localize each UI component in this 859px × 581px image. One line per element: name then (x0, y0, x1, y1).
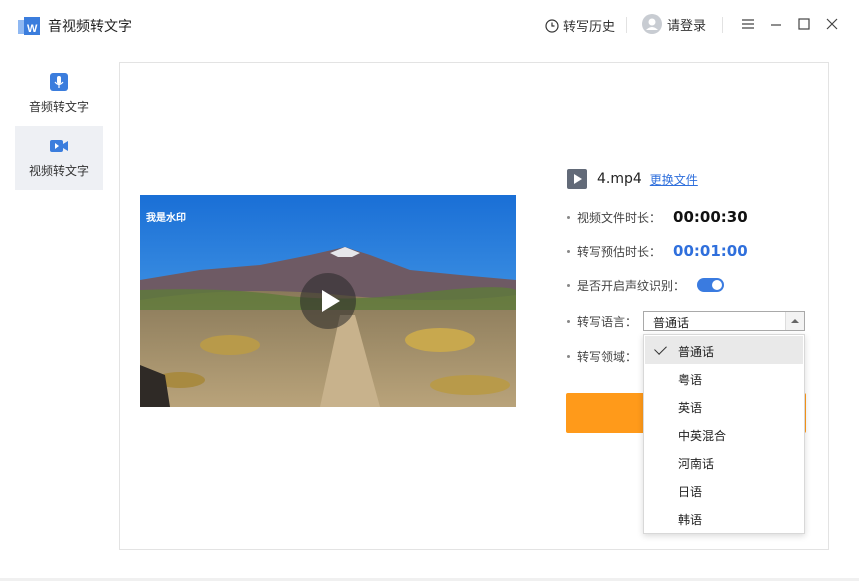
estimate-row: 转写预估时长： 00:01:00 (567, 241, 748, 261)
chevron-up-icon (785, 312, 804, 330)
voiceprint-label: 是否开启声纹识别： (577, 278, 686, 293)
duration-value: 00:00:30 (673, 208, 748, 226)
domain-label: 转写领域： (577, 349, 638, 364)
language-dropdown: 普通话 粤语 英语 中英混合 河南话 日语 韩语 (643, 334, 805, 534)
language-option[interactable]: 普通话 (645, 336, 803, 364)
language-option[interactable]: 中英混合 (645, 420, 803, 448)
video-preview[interactable]: 我是水印 (140, 195, 516, 407)
estimate-value: 00:01:00 (673, 242, 748, 260)
clock-icon (545, 18, 559, 33)
duration-label: 视频文件时长： (577, 210, 662, 225)
video-watermark: 我是水印 (146, 213, 186, 224)
language-option[interactable]: 韩语 (645, 504, 803, 532)
video-camera-icon (50, 140, 68, 152)
menu-icon[interactable] (740, 16, 756, 32)
duration-row: 视频文件时长： 00:00:30 (567, 207, 748, 227)
file-name: 4.mp4 (597, 171, 642, 187)
language-select[interactable]: 普通话 (643, 311, 805, 331)
title-bar: W 音视频转文字 转写历史 请登录 (0, 0, 859, 52)
app-title: 音视频转文字 (48, 19, 132, 35)
file-info: 4.mp4 更换文件 (567, 168, 698, 190)
play-icon[interactable] (300, 273, 356, 329)
sidebar-item-audio-to-text[interactable]: 音频转文字 (15, 62, 103, 126)
language-option[interactable]: 英语 (645, 392, 803, 420)
close-icon[interactable] (824, 16, 840, 32)
bullet (567, 354, 570, 358)
language-option[interactable]: 粤语 (645, 364, 803, 392)
divider (626, 17, 627, 33)
voiceprint-row: 是否开启声纹识别： (567, 275, 725, 295)
estimate-label: 转写预估时长： (577, 244, 662, 259)
history-button[interactable]: 转写历史 (545, 16, 615, 35)
history-label: 转写历史 (563, 20, 616, 35)
language-option[interactable]: 日语 (645, 476, 803, 504)
bullet (567, 215, 570, 219)
app-logo-icon: W (18, 17, 40, 35)
divider (722, 17, 723, 33)
user-avatar-icon (642, 14, 662, 34)
domain-row: 转写领域： (567, 346, 637, 366)
bullet (567, 249, 570, 253)
video-file-icon (567, 169, 587, 189)
microphone-icon (50, 73, 68, 91)
sidebar-item-label: 视频转文字 (28, 164, 89, 178)
login-button[interactable]: 请登录 (642, 14, 706, 34)
language-row: 转写语言： (567, 311, 637, 331)
minimize-icon[interactable] (768, 16, 784, 32)
sidebar-item-video-to-text[interactable]: 视频转文字 (15, 126, 103, 190)
language-option[interactable]: 河南话 (645, 448, 803, 476)
language-select-value: 普通话 (653, 316, 690, 330)
maximize-icon[interactable] (796, 16, 812, 32)
svg-text:W: W (27, 23, 38, 35)
login-label: 请登录 (667, 18, 707, 34)
language-label: 转写语言： (577, 314, 638, 329)
sidebar-item-label: 音频转文字 (28, 100, 89, 114)
check-icon (654, 342, 667, 355)
bullet (567, 319, 570, 323)
change-file-link[interactable]: 更换文件 (650, 171, 698, 188)
bullet (567, 283, 570, 287)
voiceprint-toggle[interactable] (697, 278, 725, 292)
